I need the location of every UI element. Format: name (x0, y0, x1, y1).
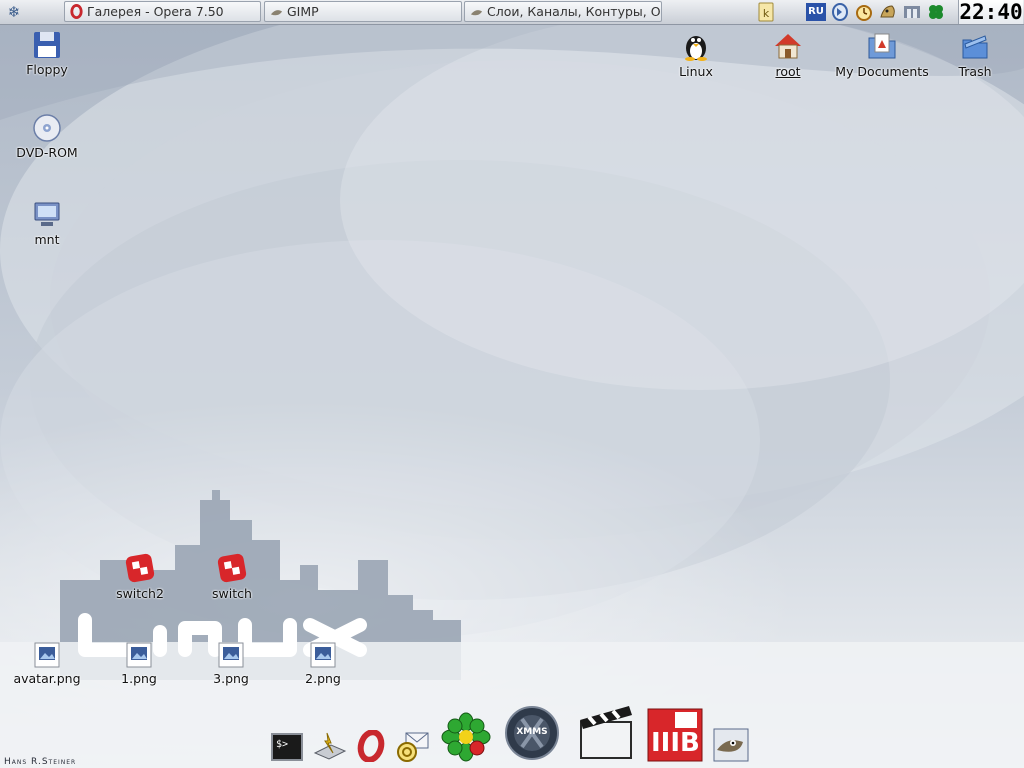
kib-label: IIIB (651, 728, 700, 758)
task-opera[interactable]: Галерея - Opera 7.50 (64, 1, 261, 22)
gimp-icon (270, 10, 283, 16)
floppy-icon (34, 32, 60, 58)
task-label: Галерея - Opera 7.50 (87, 4, 224, 19)
desktop-icon-trash[interactable]: Trash (927, 30, 1023, 79)
desktop-icon-avatar-png[interactable]: avatar.png (0, 641, 95, 686)
gear-icon: ❄ (7, 3, 21, 21)
switch-app-icon (217, 553, 247, 583)
desktop-icon-mnt[interactable]: mnt (0, 200, 95, 247)
desktop-icon-1-png[interactable]: 1.png (91, 641, 187, 686)
desktop-icon-3-png[interactable]: 3.png (183, 641, 279, 686)
image-file-icon (218, 642, 244, 668)
gimp-icon (713, 728, 749, 762)
start-menu-label (24, 4, 62, 20)
desktop-icon-root[interactable]: root (740, 30, 836, 79)
icon-label: switch2 (116, 586, 164, 601)
desktop-icon-dvd[interactable]: DVD-ROM (0, 113, 95, 160)
klover-icon[interactable] (926, 2, 946, 22)
dock-gimp[interactable] (713, 728, 749, 762)
keyboard-layout-icon[interactable]: RU (806, 3, 826, 21)
task-label: GIMP (287, 4, 319, 19)
taskbar: ❄ Галерея - Opera 7.50 GIMP Слои, Каналы… (0, 0, 1024, 25)
icon-label: Floppy (26, 62, 68, 77)
desktop-icon-linux[interactable]: Linux (648, 30, 744, 79)
opera-icon (357, 729, 385, 763)
opera-icon (70, 4, 83, 19)
icon-label: DVD-ROM (16, 145, 78, 160)
desktop-icon-switch[interactable]: switch (184, 552, 280, 601)
task-label: Слои, Каналы, Контуры, Отм (487, 4, 662, 19)
image-file-icon (34, 642, 60, 668)
dock-clapper[interactable] (577, 702, 635, 760)
task-gimp-layers[interactable]: Слои, Каналы, Контуры, Отм (464, 1, 662, 22)
mail-icon (397, 732, 429, 762)
dock-opera[interactable] (354, 729, 388, 763)
terminal-prompt: $> (276, 739, 289, 750)
svg-text:k: k (763, 7, 770, 20)
desktop-icon-my-documents[interactable]: My Documents (834, 30, 930, 79)
icon-label: avatar.png (13, 671, 81, 686)
k-notes-icon[interactable]: k (756, 2, 776, 22)
icon-label: 3.png (213, 671, 249, 686)
wallpaper-credit: Hans R.Steiner (4, 757, 77, 767)
icon-label: Linux (679, 64, 713, 79)
dock-mail[interactable] (396, 730, 430, 762)
icon-label: Trash (958, 64, 992, 79)
desktop-icon-switch2[interactable]: switch2 (92, 552, 188, 601)
dock-xmms[interactable]: XMMS (504, 705, 560, 761)
documents-folder-icon (868, 33, 896, 59)
icon-label: root (775, 64, 801, 79)
network-icon[interactable] (902, 2, 922, 22)
dock-terminal[interactable]: $> (271, 733, 303, 761)
mixer-icon[interactable] (830, 2, 850, 22)
icon-label: 2.png (305, 671, 341, 686)
desktop-icon-2-png[interactable]: 2.png (275, 641, 371, 686)
icon-label: My Documents (835, 64, 929, 79)
network-drive-icon (34, 202, 60, 226)
home-icon (775, 34, 801, 59)
task-gimp[interactable]: GIMP (264, 1, 462, 22)
start-menu-button[interactable]: ❄ (2, 2, 26, 22)
dock-icq[interactable] (441, 712, 491, 762)
dock-kib[interactable]: IIIB (647, 708, 703, 762)
image-file-icon (310, 642, 336, 668)
icon-label: mnt (34, 232, 60, 247)
clock[interactable]: 22:40 (958, 0, 1023, 24)
icon-label: switch (212, 586, 252, 601)
icq-icon (441, 712, 491, 762)
trash-icon (962, 35, 988, 59)
image-file-icon (126, 642, 152, 668)
alarm-clock-icon[interactable] (854, 2, 874, 22)
switch-app-icon (125, 553, 155, 583)
tux-icon (685, 36, 707, 61)
dock-drive-mount[interactable] (313, 731, 347, 761)
drive-mount-icon (313, 732, 347, 760)
pet-icon[interactable] (878, 2, 898, 22)
icon-label: 1.png (121, 671, 157, 686)
gimp-icon (470, 10, 483, 16)
dvd-icon (33, 114, 61, 142)
xmms-label: XMMS (516, 727, 548, 737)
clapper-icon (580, 706, 632, 759)
desktop-icon-floppy[interactable]: Floppy (0, 30, 95, 77)
